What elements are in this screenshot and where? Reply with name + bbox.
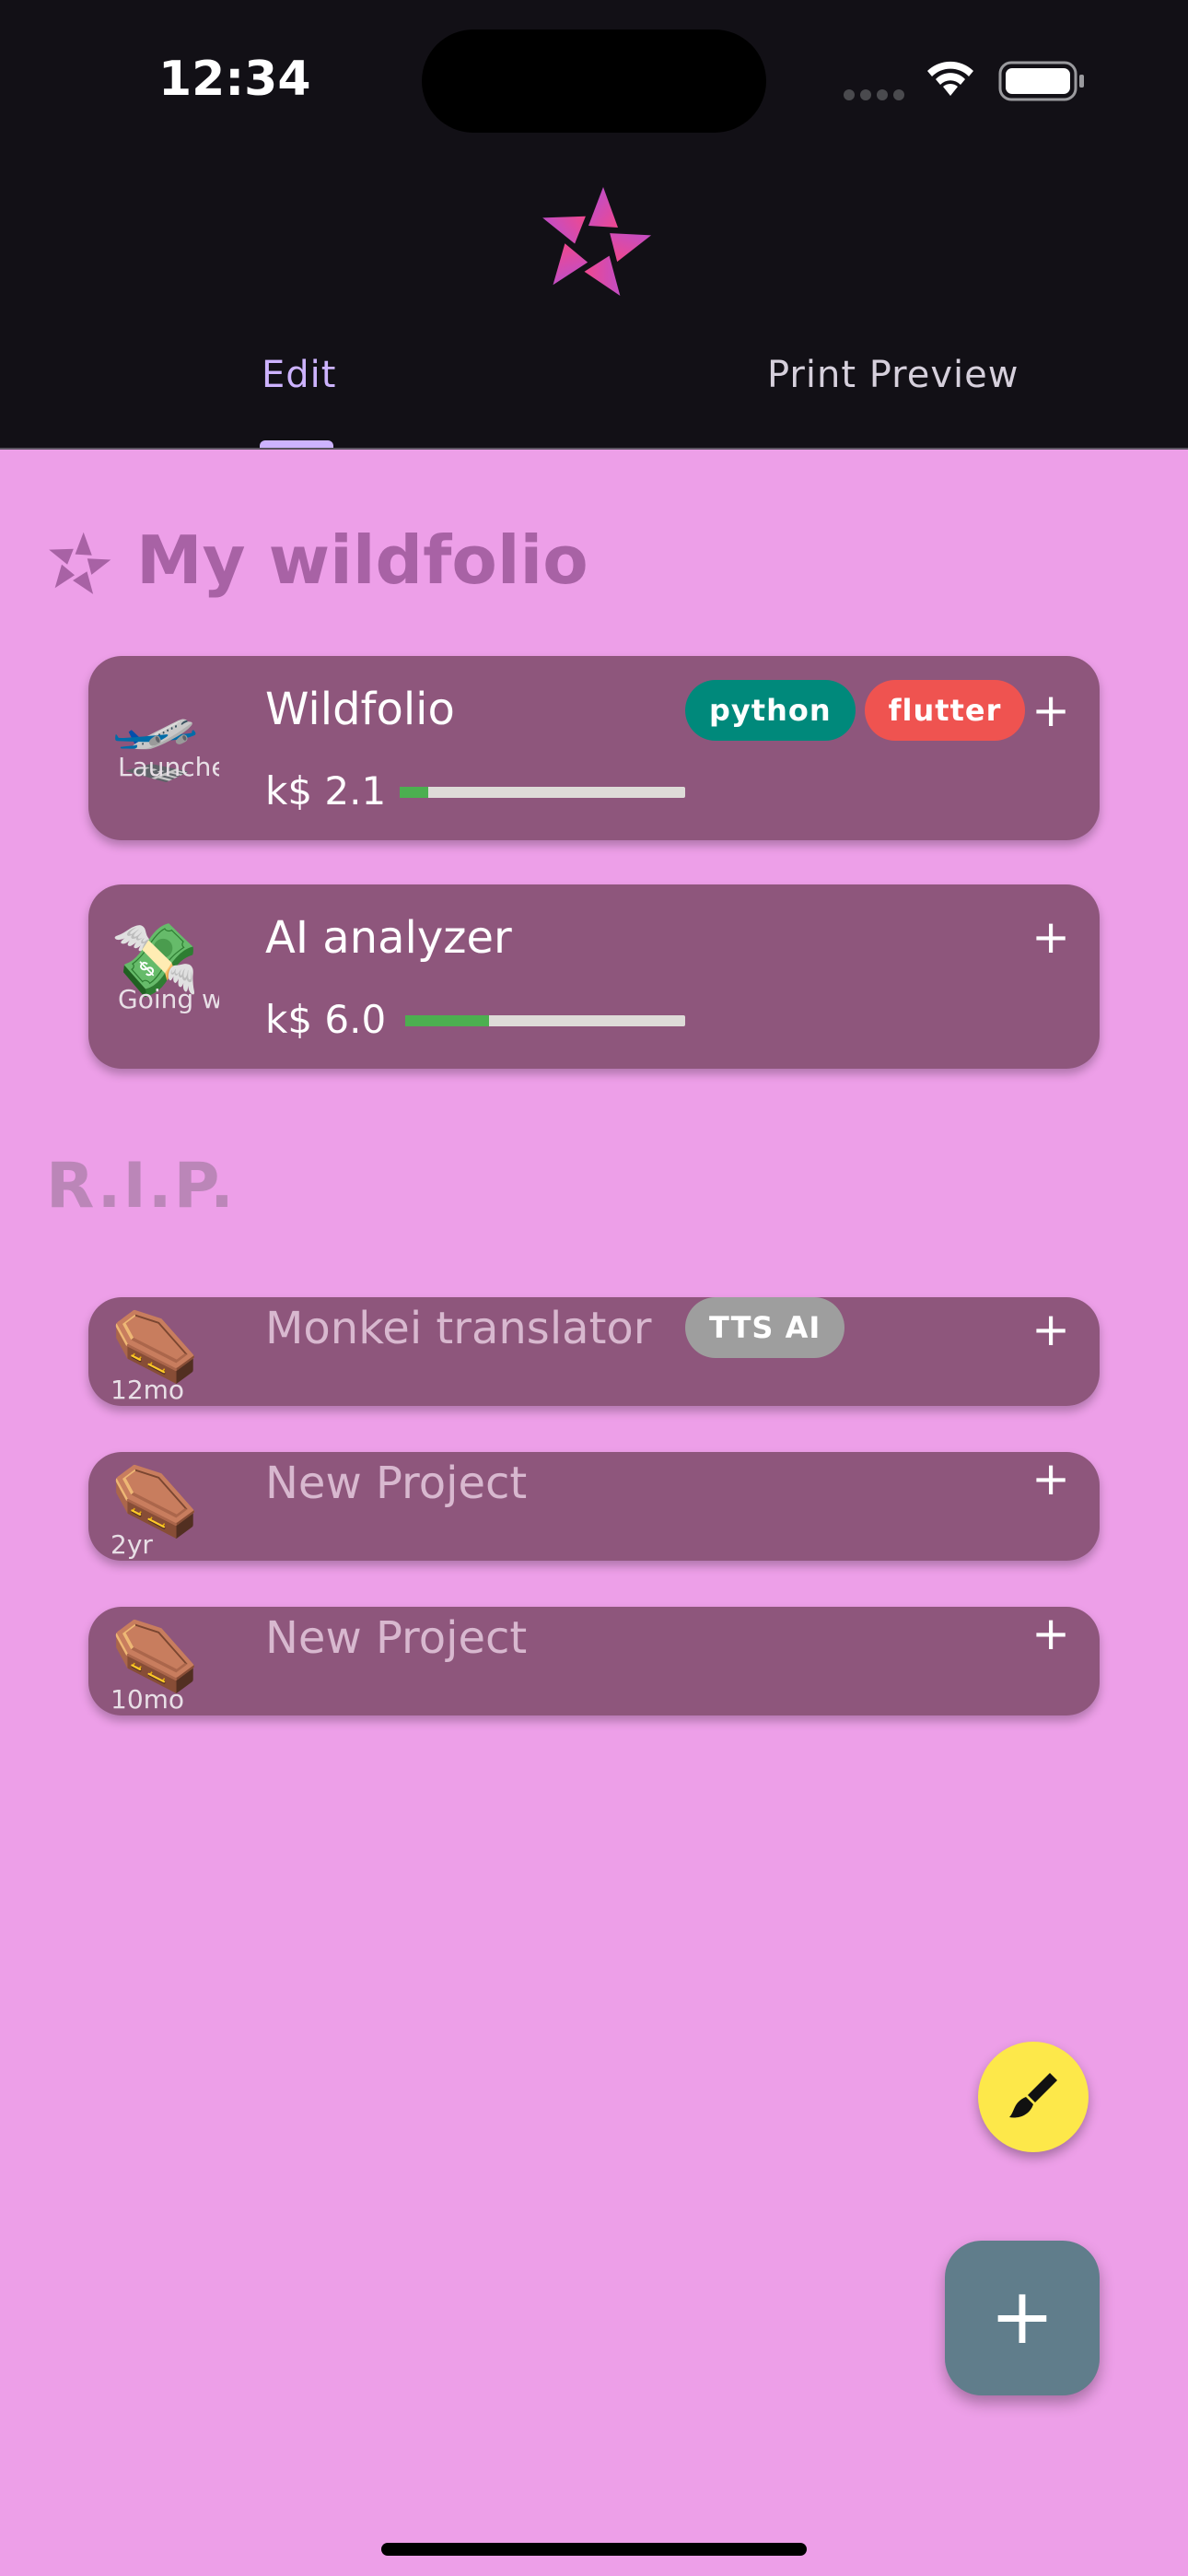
add-tag-button[interactable]: +	[1031, 1456, 1070, 1502]
rip-project-card[interactable]: ⚰️ 12mo Monkei translator TTS AI +	[88, 1297, 1100, 1406]
tag-chip[interactable]: TTS AI	[685, 1297, 845, 1358]
divider	[0, 448, 1188, 450]
home-indicator	[381, 2543, 807, 2556]
flower-logo-icon	[542, 187, 652, 297]
tab-edit[interactable]: Edit	[262, 354, 336, 396]
add-tag-button[interactable]: +	[1031, 687, 1070, 733]
tag-chip[interactable]: flutter	[864, 680, 1026, 741]
project-age: 12mo	[111, 1375, 185, 1405]
progress-bar	[405, 1015, 685, 1026]
add-tag-button[interactable]: +	[1031, 914, 1070, 960]
project-title: New Project	[265, 1458, 528, 1509]
dynamic-island	[422, 29, 766, 133]
rip-project-card[interactable]: ⚰️ 10mo New Project +	[88, 1607, 1100, 1715]
coffin-icon: ⚰️	[111, 1305, 201, 1388]
project-title: Wildfolio	[265, 684, 455, 735]
coffin-icon: ⚰️	[111, 1459, 201, 1542]
top-app-bar: 12:34 Edit Print Preview	[0, 0, 1188, 450]
tag-chip[interactable]: python	[685, 680, 856, 741]
project-age: 10mo	[111, 1684, 185, 1715]
project-value: k$ 2.1	[265, 768, 387, 814]
project-age: 2yr	[111, 1529, 153, 1560]
battery-icon	[998, 61, 1084, 101]
project-title: Monkei translator	[265, 1303, 652, 1354]
rip-project-card[interactable]: ⚰️ 2yr New Project +	[88, 1452, 1100, 1561]
progress-bar	[400, 787, 685, 798]
tag-list: pythonflutterA	[685, 680, 1028, 741]
project-status: Launched	[118, 752, 219, 782]
project-value: k$ 6.0	[265, 997, 387, 1042]
section-title-rip: R.I.P.	[46, 1150, 236, 1223]
project-card[interactable]: 🛫 Launched Wildfolio k$ 2.1 pythonflutte…	[88, 656, 1100, 840]
project-card[interactable]: 💸 Going w AI analyzer k$ 6.0 +	[88, 884, 1100, 1069]
section-logo-icon	[49, 532, 111, 594]
coffin-icon: ⚰️	[111, 1614, 201, 1697]
wifi-icon	[927, 61, 973, 96]
project-title: AI analyzer	[265, 912, 512, 964]
project-title: New Project	[265, 1612, 528, 1664]
progress-fill	[400, 787, 428, 798]
theme-brush-button[interactable]	[978, 2042, 1089, 2152]
project-status: Going w	[118, 984, 219, 1014]
add-tag-button[interactable]: +	[1031, 1306, 1070, 1352]
progress-fill	[405, 1015, 490, 1026]
status-time: 12:34	[158, 52, 311, 107]
brush-icon	[1009, 2073, 1057, 2118]
add-project-button[interactable]: +	[945, 2241, 1100, 2395]
add-tag-button[interactable]: +	[1031, 1610, 1070, 1657]
tag-list: TTS AI	[685, 1297, 1028, 1358]
section-title-active: My wildfolio	[136, 521, 588, 599]
tab-print-preview[interactable]: Print Preview	[767, 354, 1019, 396]
cellular-signal-icon	[844, 87, 910, 104]
